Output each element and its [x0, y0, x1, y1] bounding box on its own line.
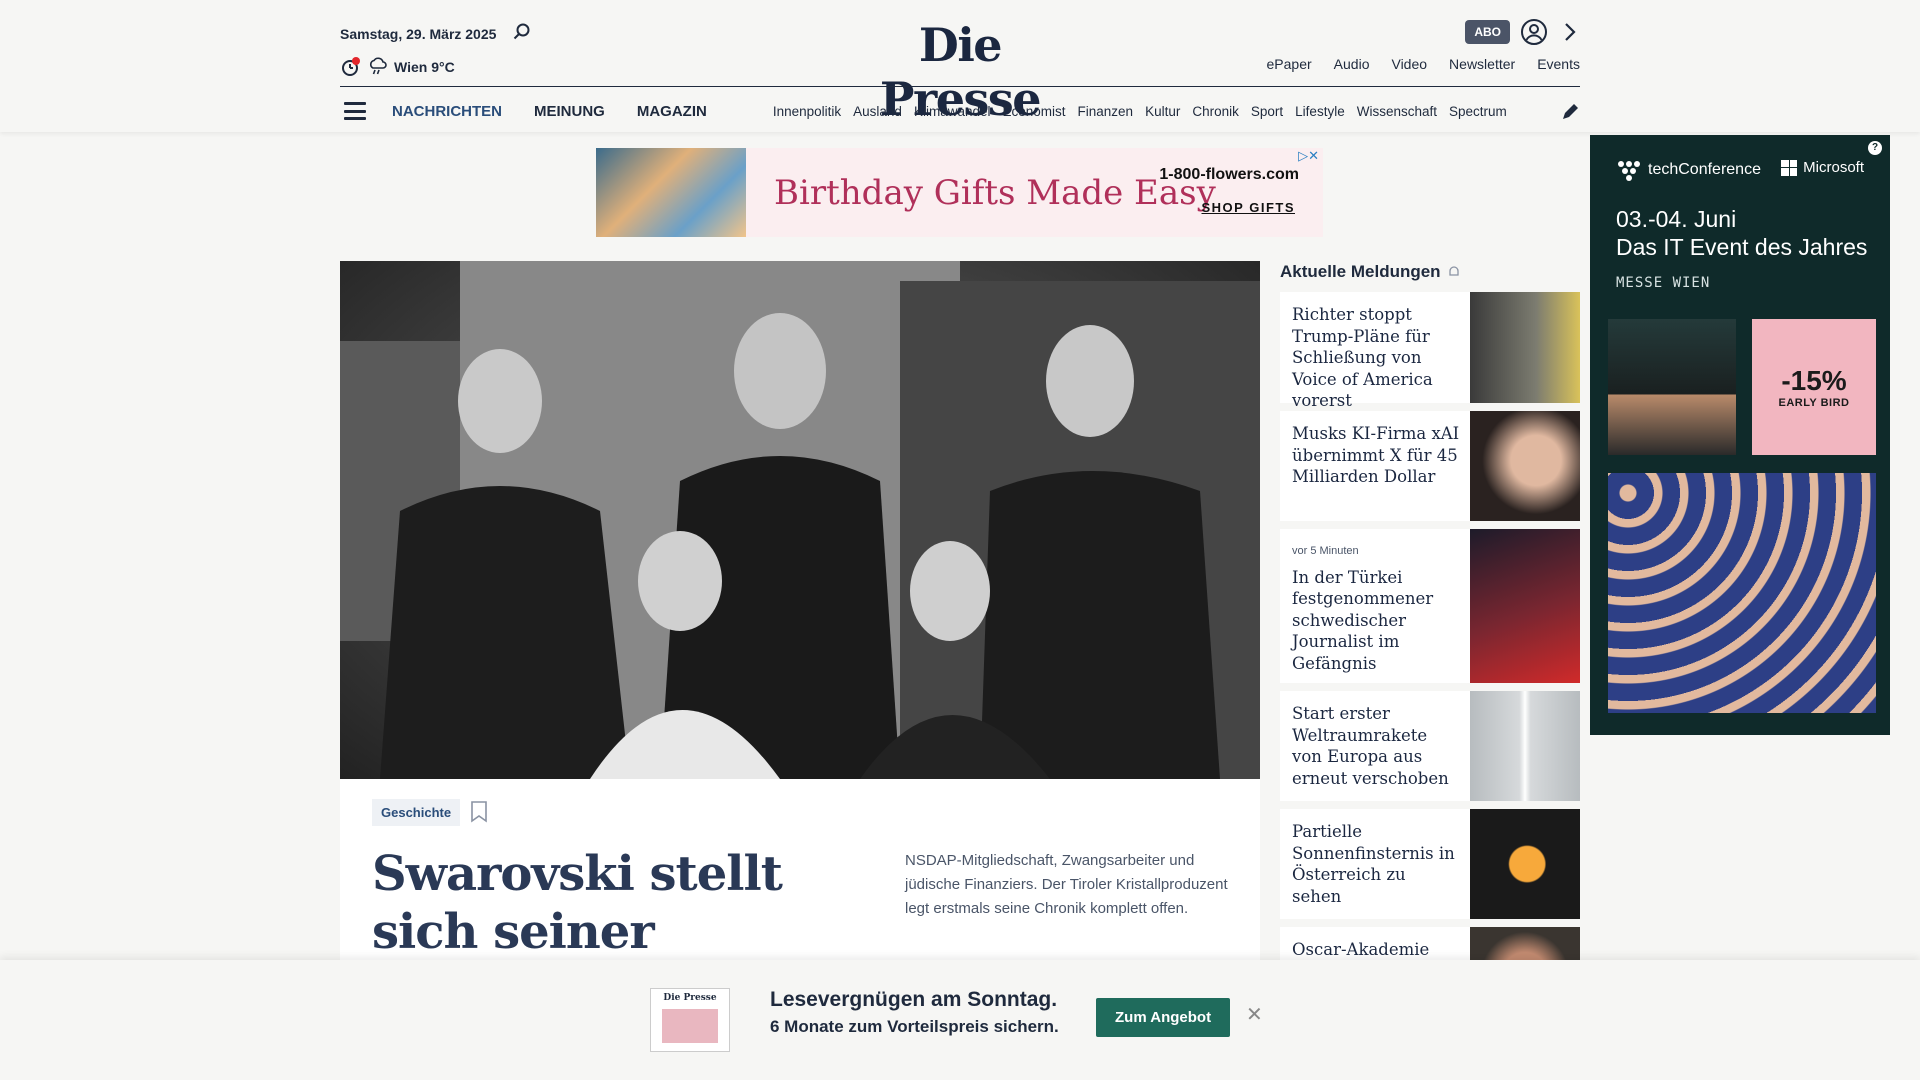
news-thumbnail: [1470, 292, 1580, 403]
link-audio[interactable]: Audio: [1334, 56, 1370, 72]
microsoft-logo-icon: [1781, 159, 1798, 176]
microsoft-name: Microsoft: [1803, 159, 1864, 176]
nav-ausland[interactable]: Ausland: [853, 104, 902, 119]
weather-label: Wien 9°C: [394, 59, 455, 75]
search-icon[interactable]: [512, 22, 532, 42]
link-epaper[interactable]: ePaper: [1267, 56, 1312, 72]
news-list: Richter stoppt Trump-Pläne für Schließun…: [1280, 292, 1580, 1005]
promo-thumbnail: Die Presse: [650, 988, 730, 1052]
top-links: ePaper Audio Video Newsletter Events: [1267, 56, 1580, 72]
chevron-right-icon[interactable]: [1560, 20, 1580, 44]
news-title: In der Türkei festgenommener schwedische…: [1292, 567, 1434, 673]
ad-banner-flowers[interactable]: Birthday Gifts Made Easy 1-800-flowers.c…: [596, 148, 1323, 237]
site-header: Samstag, 29. März 2025 Wien 9°C Die Pres…: [0, 0, 1920, 132]
news-title: Musks KI-Firma xAI übernimmt X für 45 Mi…: [1292, 424, 1460, 486]
news-thumbnail: [1470, 529, 1580, 683]
promo-thumb-image: [662, 1009, 718, 1043]
rain-cloud-icon: [370, 57, 387, 75]
nav-spectrum[interactable]: Spectrum: [1449, 104, 1507, 119]
tc-logo-icon: [1618, 161, 1640, 181]
tc-brand-name: techConference: [1648, 161, 1761, 178]
news-thumbnail: [1470, 411, 1580, 521]
ad-date-line: 03.-04. Juni: [1616, 206, 1737, 232]
news-text-block: vor 5 Minuten In der Türkei festgenommen…: [1280, 529, 1470, 683]
promo-offer-button[interactable]: Zum Angebot: [1096, 998, 1231, 1037]
nav-magazin[interactable]: MAGAZIN: [637, 103, 707, 120]
bookmark-icon[interactable]: [470, 801, 488, 823]
link-video[interactable]: Video: [1391, 56, 1427, 72]
list-item[interactable]: vor 5 Minuten In der Türkei festgenommen…: [1280, 529, 1580, 683]
microsoft-brand: Microsoft: [1781, 159, 1864, 176]
news-thumbnail: [1470, 809, 1580, 919]
news-title: Richter stoppt Trump-Pläne für Schließun…: [1292, 305, 1433, 410]
hero-lead: NSDAP-Mitgliedschaft, Zwangsarbeiter und…: [905, 852, 1228, 917]
link-newsletter[interactable]: Newsletter: [1449, 56, 1515, 72]
pencil-icon[interactable]: [1560, 102, 1580, 122]
nav-finanzen[interactable]: Finanzen: [1078, 104, 1134, 119]
ad-tagline: Das IT Event des Jahres: [1616, 234, 1868, 260]
sub-sections: Innenpolitik Ausland Klimawandel Economi…: [773, 104, 1533, 119]
ad-date: 03.-04. Juni Das IT Event des Jahres: [1616, 205, 1867, 261]
news-time: vor 5 Minuten: [1292, 545, 1359, 557]
bell-icon[interactable]: [1447, 265, 1461, 279]
weather-widget[interactable]: Wien 9°C: [340, 56, 455, 78]
sidebar-heading: Aktuelle Meldungen: [1280, 262, 1461, 282]
ad-discount-box: -15% EARLY BIRD: [1752, 319, 1876, 455]
promo-headline: Lesevergnügen am Sonntag.: [770, 988, 1058, 1011]
nav-meinung[interactable]: MEINUNG: [534, 103, 605, 120]
nav-wissenschaft[interactable]: Wissenschaft: [1357, 104, 1437, 119]
nav-economist[interactable]: Economist: [1003, 104, 1066, 119]
close-icon[interactable]: ✕: [1246, 1002, 1263, 1027]
nav-kultur[interactable]: Kultur: [1145, 104, 1180, 119]
historic-photo: [340, 261, 1260, 779]
ad-venue: MESSE WIEN: [1616, 275, 1711, 291]
tc-brand: techConference: [1616, 159, 1761, 181]
nav-lifestyle[interactable]: Lifestyle: [1295, 104, 1345, 119]
nav-nachrichten[interactable]: NACHRICHTEN: [392, 103, 502, 120]
primary-sections: NACHRICHTEN MEINUNG MAGAZIN: [392, 103, 707, 120]
nav-innenpolitik[interactable]: Innenpolitik: [773, 104, 841, 119]
ad-discount-label: EARLY BIRD: [1778, 397, 1850, 409]
news-title: Start erster Weltraumrakete von Europa a…: [1292, 704, 1449, 788]
ad-choices-icon[interactable]: ▷✕: [1298, 148, 1319, 164]
category-tag[interactable]: Geschichte: [372, 799, 461, 826]
abo-button[interactable]: ABO: [1465, 20, 1510, 44]
promo-thumb-logo: Die Presse: [663, 993, 717, 1003]
link-events[interactable]: Events: [1537, 56, 1580, 72]
subscription-promo-bar: Die Presse Lesevergnügen am Sonntag. 6 M…: [0, 960, 1920, 1080]
history-icon[interactable]: [340, 56, 362, 78]
ad-headline: Birthday Gifts Made Easy: [774, 172, 1216, 213]
nav-chronik[interactable]: Chronik: [1192, 104, 1239, 119]
list-item[interactable]: Richter stoppt Trump-Pläne für Schließun…: [1280, 292, 1580, 410]
list-item[interactable]: Partielle Sonnenfinsternis in Österreich…: [1280, 809, 1580, 919]
main-navigation: NACHRICHTEN MEINUNG MAGAZIN Innenpolitik…: [340, 96, 1580, 126]
hero-image[interactable]: [340, 261, 1260, 779]
nav-sport[interactable]: Sport: [1251, 104, 1283, 119]
news-thumbnail: [1470, 691, 1580, 801]
header-inner: Samstag, 29. März 2025 Wien 9°C Die Pres…: [340, 0, 1580, 132]
ad-cta-link[interactable]: SHOP GIFTS: [1202, 200, 1296, 215]
ad-tech-conference[interactable]: techConference Microsoft ? 03.-04. Juni …: [1590, 135, 1890, 735]
ad-discount-value: -15%: [1781, 365, 1847, 396]
ad-brand: 1-800-flowers.com: [1159, 166, 1299, 183]
list-item[interactable]: Musks KI-Firma xAI übernimmt X für 45 Mi…: [1280, 411, 1580, 521]
list-item[interactable]: Start erster Weltraumrakete von Europa a…: [1280, 691, 1580, 801]
promo-subline: 6 Monate zum Vorteilspreis sichern.: [770, 1017, 1059, 1036]
user-account-icon[interactable]: [1520, 18, 1548, 46]
news-title: Partielle Sonnenfinsternis in Österreich…: [1292, 822, 1455, 906]
ad-info-icon[interactable]: ?: [1868, 141, 1882, 155]
nav-klimawandel[interactable]: Klimawandel: [914, 104, 991, 119]
ad-photo: [596, 148, 746, 237]
current-date: Samstag, 29. März 2025: [340, 26, 497, 42]
menu-icon[interactable]: [344, 102, 366, 120]
header-divider: [340, 86, 1580, 87]
ad-crowd-photo: [1608, 473, 1876, 713]
ad-speaker-photo: [1608, 319, 1736, 455]
sidebar-title: Aktuelle Meldungen: [1280, 262, 1441, 281]
